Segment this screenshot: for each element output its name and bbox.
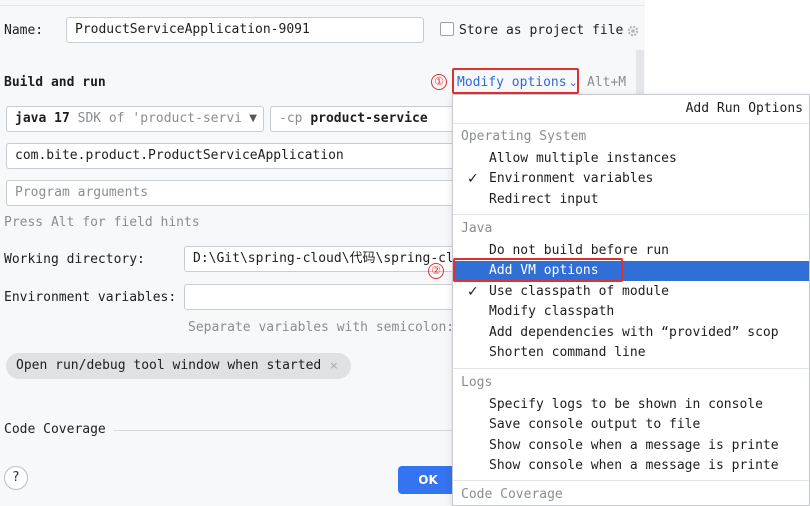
code-coverage-title: Code Coverage: [4, 422, 106, 437]
jdk-select[interactable]: java 17 SDK of 'product-servi ▼: [6, 106, 264, 132]
main-class-input[interactable]: com.bite.product.ProductServiceApplicati…: [6, 143, 460, 169]
modify-options-shortcut: Alt+M: [587, 75, 627, 90]
store-as-project-file-checkbox[interactable]: [440, 22, 454, 36]
add-vm-options-highlight: [453, 258, 623, 282]
group-separator: [453, 214, 809, 215]
check-icon: ✓: [467, 171, 479, 187]
environment-variables-input[interactable]: [184, 284, 460, 310]
dialog-top-edge: [0, 0, 645, 6]
group-java: Java: [461, 221, 493, 236]
open-tool-window-label: Open run/debug tool window when started: [16, 358, 322, 373]
option-show-console-stderr[interactable]: Show console when a message is printe: [453, 456, 809, 476]
jdk-version: java 17: [15, 111, 70, 126]
gear-icon[interactable]: [626, 24, 640, 38]
option-label: Allow multiple instances: [489, 151, 677, 166]
store-as-project-file-label: Store as project file: [459, 23, 624, 38]
environment-variables-label: Environment variables:: [4, 290, 177, 305]
classpath-module-select[interactable]: -cp product-service: [270, 106, 460, 132]
working-directory-label: Working directory:: [4, 252, 145, 267]
option-label: Show console when a message is printe: [489, 438, 779, 453]
option-modify-classpath[interactable]: Modify classpath: [453, 302, 809, 322]
option-label: Add dependencies with “provided” scop: [489, 325, 779, 340]
working-directory-input[interactable]: D:\Git\spring-cloud\代码\spring-cl: [184, 246, 460, 272]
group-logs: Logs: [461, 375, 493, 390]
option-label: Redirect input: [489, 192, 599, 207]
modify-options-label: Modify options: [457, 75, 567, 90]
cp-module: product-service: [310, 111, 428, 126]
option-label: Specify logs to be shown in console: [489, 397, 763, 412]
name-input[interactable]: ProductServiceApplication-9091: [66, 17, 424, 43]
popup-title-separator: [453, 123, 809, 124]
option-label: Show console when a message is printe: [489, 458, 779, 473]
close-icon[interactable]: ×: [329, 359, 338, 372]
option-label: Environment variables: [489, 171, 654, 186]
name-label: Name:: [4, 23, 44, 38]
program-arguments-input[interactable]: Program arguments: [6, 180, 460, 206]
modify-options-link[interactable]: Modify options ⌄: [457, 75, 578, 90]
ok-button[interactable]: OK: [398, 466, 458, 494]
add-run-options-popup: Add Run Options Operating System Allow m…: [452, 94, 810, 506]
popup-title: Add Run Options: [685, 101, 803, 116]
option-environment-variables[interactable]: ✓ Environment variables: [453, 169, 809, 189]
option-label: Modify classpath: [489, 304, 615, 319]
option-label: Shorten command line: [489, 345, 646, 360]
annotation-marker-2: ②: [428, 263, 444, 279]
build-and-run-title: Build and run: [4, 75, 106, 90]
chevron-down-icon: ⌄: [568, 76, 578, 89]
code-coverage-divider: [114, 430, 452, 431]
option-label: Do not build before run: [489, 243, 670, 258]
option-shorten-command-line[interactable]: Shorten command line: [453, 343, 809, 363]
dropdown-arrow-icon: ▼: [249, 113, 257, 124]
field-hints-text: Press Alt for field hints: [4, 215, 200, 230]
cp-prefix: -cp: [279, 111, 303, 126]
check-icon: ✓: [467, 284, 479, 300]
option-show-console-stdout[interactable]: Show console when a message is printe: [453, 436, 809, 456]
group-operating-system: Operating System: [461, 129, 587, 144]
open-tool-window-chip[interactable]: Open run/debug tool window when started ×: [6, 353, 351, 379]
option-add-provided-dependencies[interactable]: Add dependencies with “provided” scop: [453, 323, 809, 343]
option-label: Use classpath of module: [489, 284, 670, 299]
group-code-coverage: Code Coverage: [461, 487, 563, 502]
help-button[interactable]: ?: [4, 466, 28, 490]
option-allow-multiple-instances[interactable]: Allow multiple instances: [453, 149, 809, 169]
option-redirect-input[interactable]: Redirect input: [453, 190, 809, 210]
annotation-marker-1: ①: [431, 74, 447, 90]
group-separator: [453, 368, 809, 369]
environment-variables-hint: Separate variables with semicolon:: [188, 320, 455, 335]
option-use-classpath-of-module[interactable]: ✓ Use classpath of module: [453, 282, 809, 302]
option-specify-logs[interactable]: Specify logs to be shown in console: [453, 395, 809, 415]
option-save-console-output[interactable]: Save console output to file: [453, 415, 809, 435]
group-separator: [453, 480, 809, 481]
jdk-description: SDK of 'product-servi: [77, 111, 242, 126]
option-label: Save console output to file: [489, 417, 701, 432]
